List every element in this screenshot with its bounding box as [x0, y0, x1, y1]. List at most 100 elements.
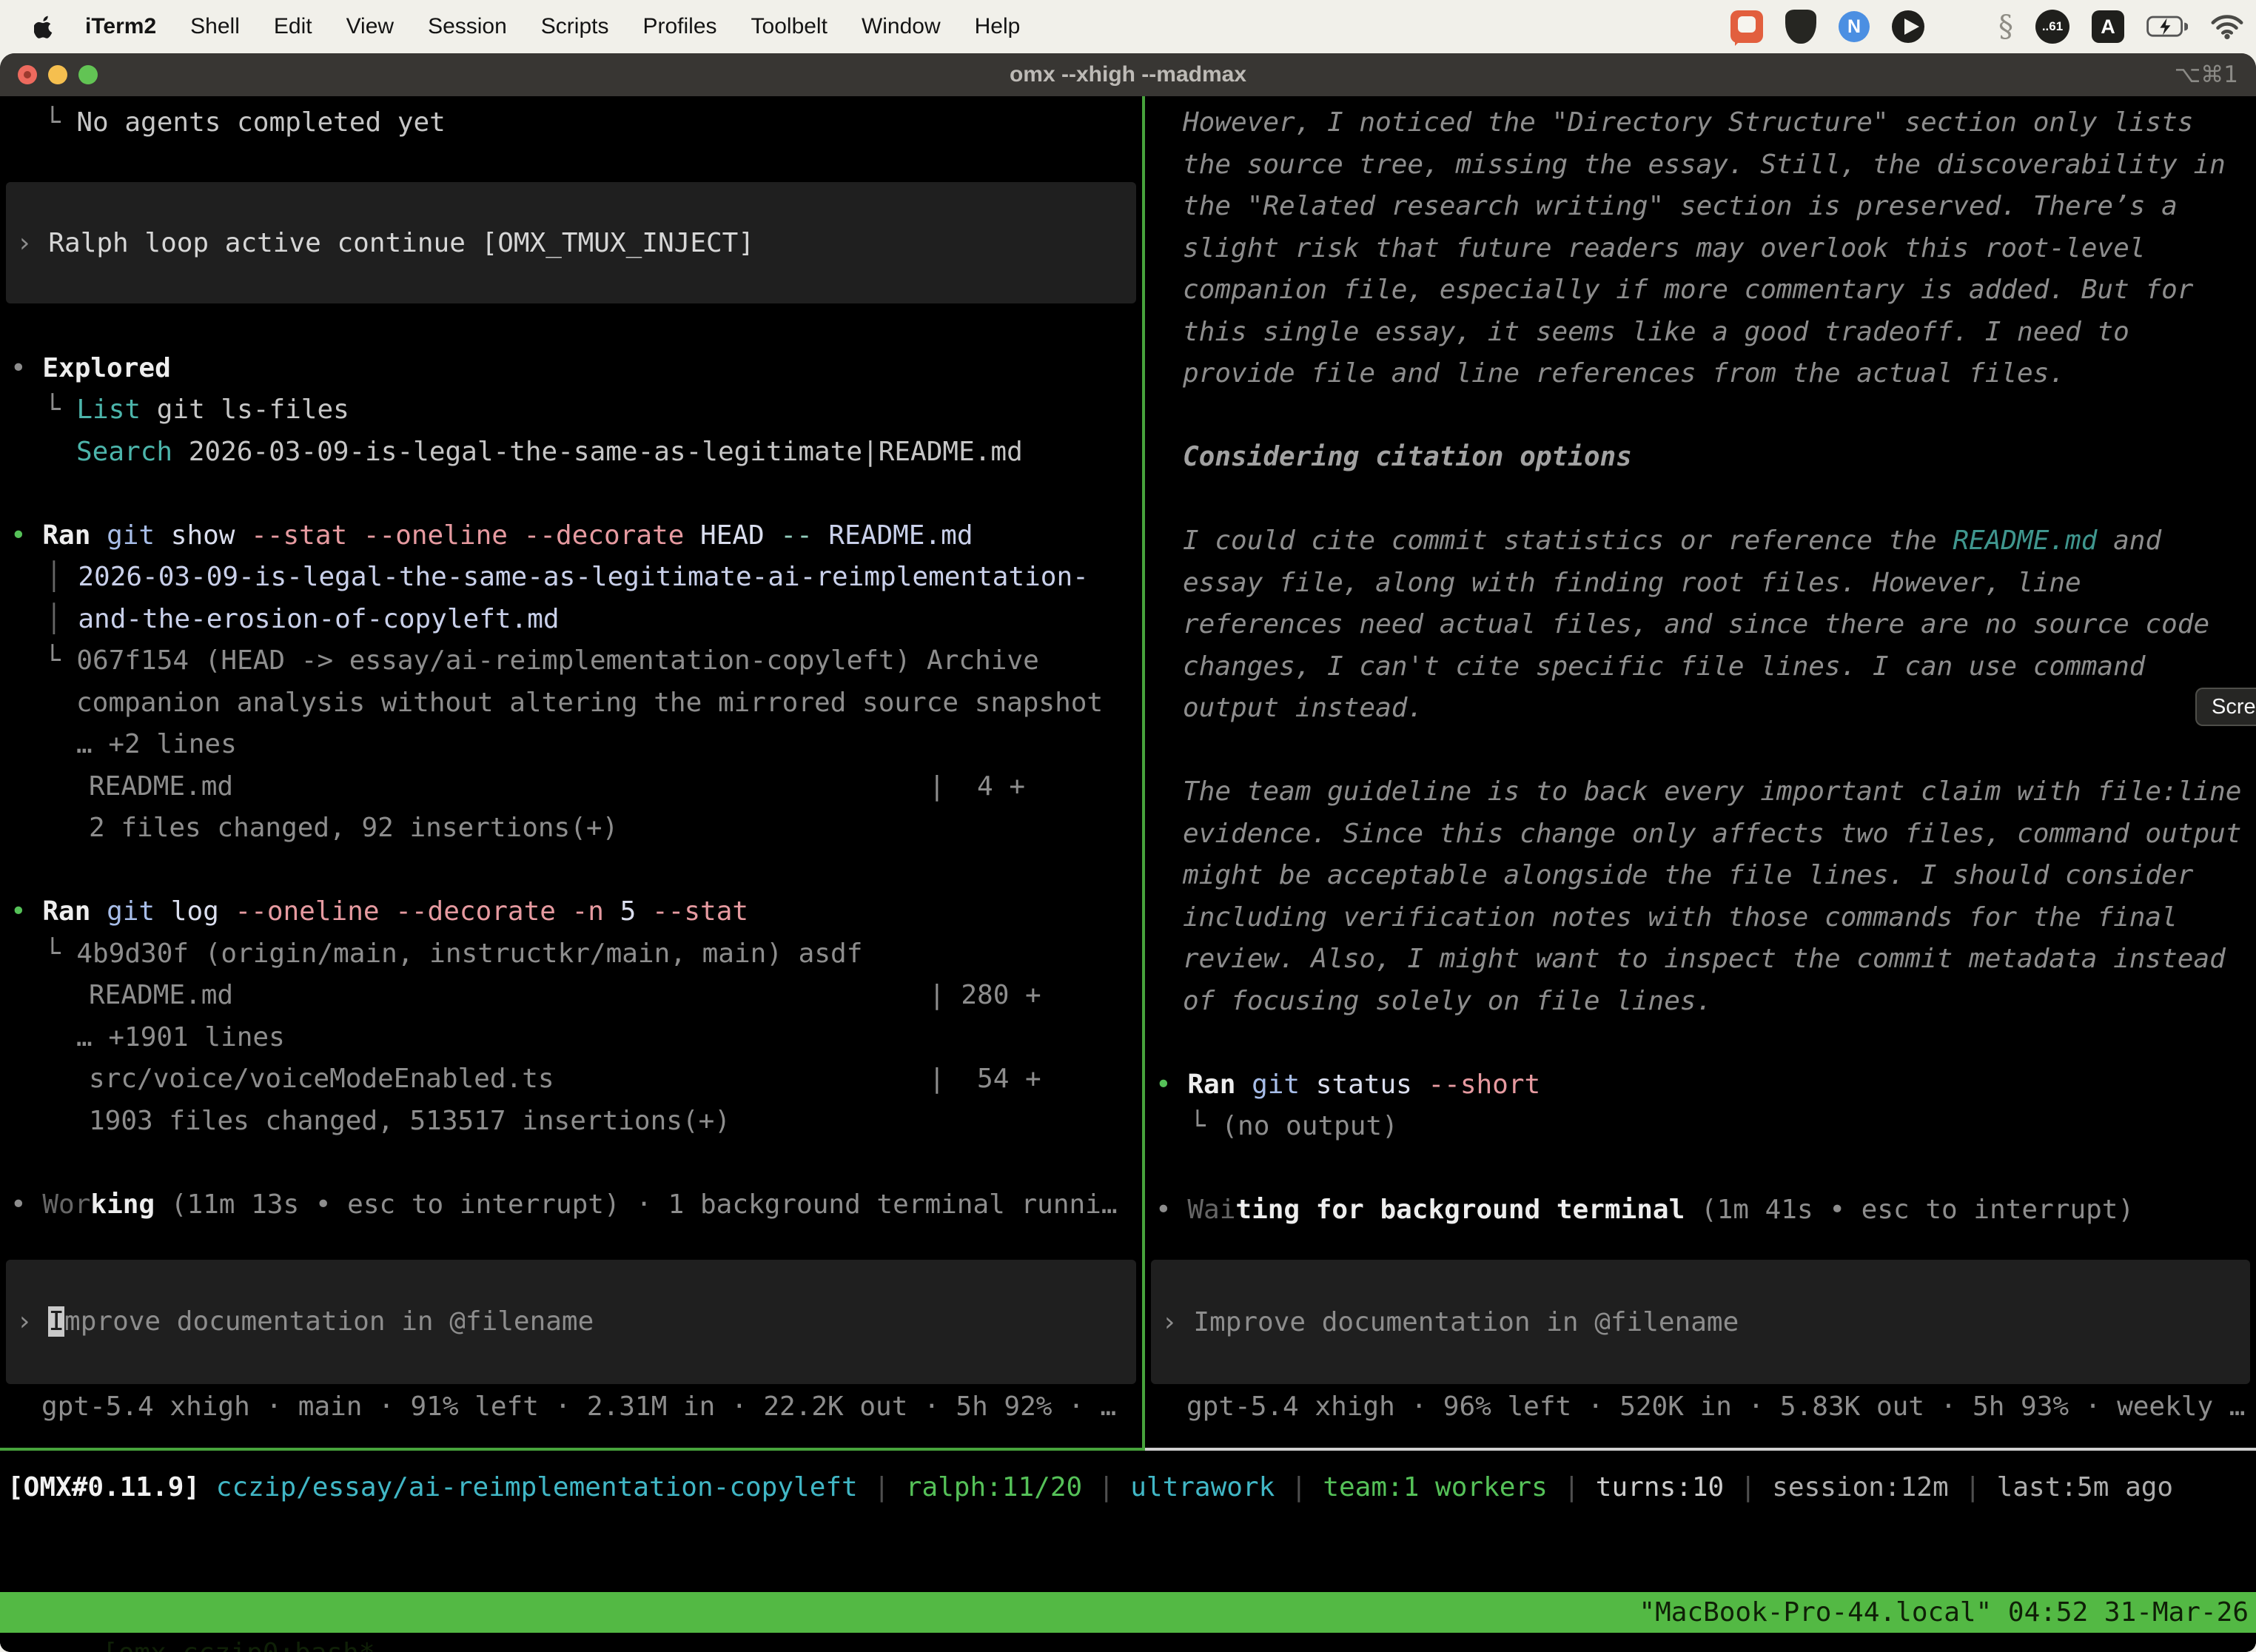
terminal-line [1145, 479, 2256, 521]
tmux-host-clock: "MacBook-Pro-44.local" 04:52 31-Mar-26 [1639, 1592, 2249, 1633]
pane-left[interactable]: └ No agents completed yet › Ralph loop a… [0, 96, 1142, 1448]
git-log-stat-readme: README.md| 280 + [0, 975, 1142, 1017]
git-show-arg-2: │ and-the-erosion-of-copyleft.md [0, 599, 1142, 641]
prompt-icon: › [16, 1306, 48, 1337]
terminal-line: slight risk that future readers may over… [1145, 228, 2256, 270]
git-log-stat-voice: src/voice/voiceModeEnabled.ts| 54 + [0, 1058, 1142, 1101]
pane-bottom-border-inactive [1145, 1448, 2256, 1451]
gauge-badge-icon[interactable]: ..61 [2035, 10, 2069, 44]
right-input-placeholder: Improve documentation in @filename [1193, 1307, 1739, 1337]
thinking-heading: Considering citation options [1145, 437, 2256, 479]
terminal-line: this single essay, it seems like a good … [1145, 312, 2256, 354]
terminal-line: references need actual files, and since … [1145, 604, 2256, 646]
working-status: • Working (11m 13s • esc to interrupt) ·… [0, 1184, 1142, 1226]
git-show-more: … +2 lines [0, 724, 1142, 766]
ran-git-show: • Ran git show --stat --oneline --decora… [0, 515, 1142, 557]
terminal-line [1145, 1148, 2256, 1190]
menu-item-scripts[interactable]: Scripts [541, 14, 609, 39]
ran-git-status: • Ran git status --short [1145, 1064, 2256, 1107]
window-shortcut-badge: ⌥⌘1 [2175, 61, 2238, 88]
menu-item-window[interactable]: Window [862, 14, 941, 39]
terminal-line [1145, 1022, 2256, 1064]
terminal-line: the source tree, missing the essay. Stil… [1145, 144, 2256, 187]
agents-status-line: └ No agents completed yet [0, 102, 1142, 144]
diffstat-count: | 280 + [929, 975, 1041, 1017]
git-log-commit: └ 4b9d30f (origin/main, instructkr/main,… [0, 933, 1142, 976]
terminal-line: evidence. Since this change only affects… [1145, 813, 2256, 856]
terminal-content: └ No agents completed yet › Ralph loop a… [0, 96, 2256, 1652]
right-input-box[interactable]: › Improve documentation in @filename [1151, 1260, 2250, 1384]
left-session-status: gpt-5.4 xhigh · main · 91% left · 2.31M … [0, 1386, 1142, 1428]
left-input-placeholder: mprove documentation in @filename [64, 1306, 594, 1337]
window-title: omx --xhigh --madmax [1010, 62, 1246, 87]
prompt-icon: › [1161, 1307, 1193, 1337]
menu-item-session[interactable]: Session [428, 14, 507, 39]
git-show-stat-readme: README.md| 4 + [0, 766, 1142, 808]
explored-header: • Explored [0, 348, 1142, 390]
menu-item-iterm2[interactable]: iTerm2 [85, 14, 156, 39]
menu-item-toolbelt[interactable]: Toolbelt [751, 14, 827, 39]
git-show-summary: 2 files changed, 92 insertions(+) [0, 807, 1142, 850]
pane-bottom-border-active [0, 1448, 1142, 1451]
chat-app-icon[interactable] [1730, 10, 1763, 43]
prompt-icon: › [16, 228, 48, 258]
blue-badge-icon[interactable]: N [1839, 11, 1870, 42]
waiting-status: • Waiting for background terminal (1m 41… [1145, 1189, 2256, 1232]
minimize-button[interactable] [48, 65, 67, 84]
git-show-arg-1: │ 2026-03-09-is-legal-the-same-as-legiti… [0, 557, 1142, 599]
battery-icon[interactable] [2146, 16, 2188, 38]
squiggle-icon[interactable]: § [1998, 10, 2013, 44]
terminal-line: of focusing solely on file lines. [1145, 981, 2256, 1023]
menu-bar: iTerm2 Shell Edit View Session Scripts Profile… [0, 0, 2256, 53]
terminal-line [0, 473, 1142, 515]
git-show-commit-2: companion analysis without altering the … [0, 682, 1142, 725]
iterm-window: omx --xhigh --madmax ⌥⌘1 └ No agents com… [0, 53, 2256, 1652]
git-log-summary: 1903 files changed, 513517 insertions(+) [0, 1101, 1142, 1143]
left-input-box[interactable]: › Improve documentation in @filename [6, 1260, 1136, 1384]
git-status-output: └ (no output) [1145, 1106, 2256, 1148]
dark-wedge-icon[interactable] [1892, 10, 1924, 43]
terminal-line: output instead. [1145, 688, 2256, 730]
text-cursor: I [48, 1306, 64, 1337]
thinking-p2: I could cite commit statistics or refere… [1145, 520, 2256, 563]
terminal-line: changes, I can't cite specific file line… [1145, 646, 2256, 688]
omx-status-line: [OMX#0.11.9] cczip/essay/ai-reimplementa… [7, 1467, 2173, 1508]
menu-item-edit[interactable]: Edit [274, 14, 312, 39]
pane-right[interactable]: However, I noticed the "Directory Struct… [1145, 96, 2256, 1448]
terminal-line: review. Also, I might want to inspect th… [1145, 939, 2256, 981]
menu-item-profiles[interactable]: Profiles [642, 14, 716, 39]
diffstat-count: | 54 + [929, 1058, 1041, 1101]
tmux-session-window[interactable]: [omx-cczip0:bash* [102, 1638, 375, 1652]
a-badge-icon[interactable]: A [2092, 10, 2124, 43]
terminal-line: including verification notes with those … [1145, 897, 2256, 939]
explored-list: └ List git ls-files [0, 389, 1142, 432]
shield-grid-icon[interactable] [1785, 10, 1816, 44]
menu-items: iTerm2 Shell Edit View Session Scripts Profile… [85, 14, 1020, 39]
zoom-button[interactable] [78, 65, 98, 84]
title-bar[interactable]: omx --xhigh --madmax ⌥⌘1 [0, 53, 2256, 96]
menu-status-icons: N § ..61 A [1730, 10, 2244, 44]
terminal-line [1145, 395, 2256, 437]
thinking-p1: However, I noticed the "Directory Struct… [1145, 102, 2256, 144]
menu-item-shell[interactable]: Shell [190, 14, 240, 39]
ralph-inject-text: Ralph loop active continue [OMX_TMUX_INJ… [48, 228, 754, 258]
ran-git-log: • Ran git log --oneline --decorate -n 5 … [0, 891, 1142, 933]
wifi-icon[interactable] [2210, 13, 2244, 40]
menu-item-view[interactable]: View [346, 14, 394, 39]
terminal-line: companion file, especially if more comme… [1145, 269, 2256, 312]
terminal-line [1145, 730, 2256, 772]
git-log-more: … +1901 lines [0, 1017, 1142, 1059]
apple-menu-icon[interactable] [34, 15, 54, 38]
diffstat-count: | 4 + [929, 766, 1025, 808]
close-button[interactable] [18, 65, 37, 84]
tmux-status-bar: [omx-cczip0:bash* "MacBook-Pro-44.local"… [0, 1592, 2256, 1633]
menu-item-help[interactable]: Help [975, 14, 1021, 39]
omx-status-bar: [OMX#0.11.9] cczip/essay/ai-reimplementa… [7, 1467, 2173, 1508]
git-show-commit: └ 067f154 (HEAD -> essay/ai-reimplementa… [0, 640, 1142, 682]
dots-grid-icon[interactable] [1947, 12, 1976, 41]
terminal-line: provide file and line references from th… [1145, 353, 2256, 395]
traffic-lights [18, 65, 98, 84]
right-session-status: gpt-5.4 xhigh · 96% left · 520K in · 5.8… [1145, 1386, 2256, 1428]
terminal-line: the "Related research writing" section i… [1145, 186, 2256, 228]
screen-share-tooltip[interactable]: Scre [2195, 688, 2256, 726]
